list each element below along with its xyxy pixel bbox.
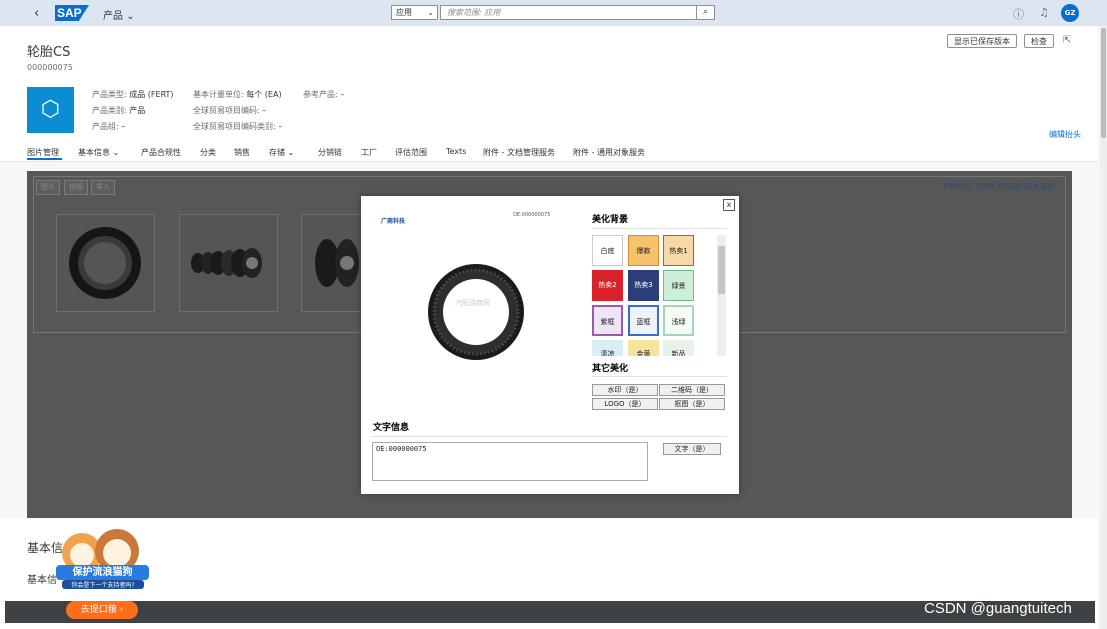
- app-title-menu[interactable]: 产品 ⌄: [103, 7, 135, 22]
- qrcode-button[interactable]: 二维码（是）: [659, 384, 725, 396]
- watermark-button[interactable]: 水印（是）: [592, 384, 658, 396]
- close-icon[interactable]: x: [723, 199, 735, 211]
- tab-valuation-area[interactable]: 评估范围: [395, 147, 427, 158]
- other-beautify-heading: 其它美化: [592, 364, 629, 374]
- tab-attachments-dms[interactable]: 附件 - 文档管理服务: [483, 147, 555, 158]
- swatch-hot-item[interactable]: 爆款: [628, 235, 659, 266]
- tab-compliance[interactable]: 产品合规性: [141, 147, 181, 158]
- bell-icon[interactable]: ♫: [1039, 6, 1049, 19]
- image-thumbnail[interactable]: [179, 214, 278, 312]
- swatch-light-green[interactable]: 浅绿: [663, 305, 694, 336]
- swatch-hot-sale-2[interactable]: 热卖2: [592, 270, 623, 301]
- search-icon[interactable]: ⌕: [696, 5, 715, 20]
- chevron-down-icon: ⌄: [427, 8, 434, 17]
- text-info-field[interactable]: OE:000000075: [372, 442, 648, 481]
- tab-sales[interactable]: 销售: [234, 147, 250, 158]
- tab-texts[interactable]: Texts: [446, 147, 466, 156]
- tab-attachments-gos[interactable]: 附件 - 通用对象服务: [573, 147, 645, 158]
- search-scope-select[interactable]: 应用 ⌄: [391, 5, 438, 20]
- tab-storage[interactable]: 存储 ⌄: [269, 147, 294, 158]
- company-logo: 广商科技: [381, 218, 406, 225]
- tire-image: [69, 227, 141, 299]
- scrollbar-thumb[interactable]: [1101, 28, 1106, 138]
- promo-button[interactable]: 去提口粮 ›: [66, 601, 138, 619]
- image-thumbnail[interactable]: [56, 214, 155, 312]
- page-title: 轮胎CS: [27, 45, 71, 60]
- help-icon[interactable]: ⓘ: [1013, 6, 1024, 22]
- swatch-gold[interactable]: 金黄: [628, 340, 659, 356]
- logo-button[interactable]: LOGO（是）: [592, 398, 658, 410]
- text-button[interactable]: 文字（是）: [663, 443, 721, 455]
- show-saved-version-button[interactable]: 显示已保存版本: [947, 34, 1017, 48]
- tab-image-management[interactable]: 图片管理: [27, 147, 59, 158]
- cutout-button[interactable]: 抠图（是）: [659, 398, 725, 410]
- mascot-subtitle: 你会是下一个支持者吗?: [62, 580, 144, 589]
- attr-gtin-category: 全球贸易项目编码类别: –: [193, 122, 283, 131]
- product-icon: ⬡: [27, 87, 74, 133]
- tab-classification[interactable]: 分类: [200, 147, 216, 158]
- tab-plant[interactable]: 工厂: [361, 147, 377, 158]
- back-icon[interactable]: ‹: [34, 6, 39, 21]
- check-button[interactable]: 检查: [1024, 34, 1054, 48]
- swatch-hot-sale-1[interactable]: 热卖1: [663, 235, 694, 266]
- divider: [372, 436, 727, 437]
- swatch-new[interactable]: 新品: [663, 340, 694, 356]
- search-scope-value: 应用: [396, 8, 412, 17]
- attr-product-type: 产品类型: 成品 (FERT): [92, 90, 174, 99]
- swatch-scrollbar-thumb[interactable]: [718, 246, 725, 294]
- divider: [592, 228, 727, 229]
- text-info-heading: 文字信息: [373, 423, 410, 433]
- attr-product-category: 产品类别: 产品: [92, 106, 146, 115]
- tech-support-link[interactable]: 本服务为广州商汇科技提供技术支持: [942, 181, 1054, 191]
- tire-set-image: [191, 248, 262, 278]
- chevron-down-icon: ⌄: [287, 148, 295, 157]
- swatch-purple-frame[interactable]: 紫框: [592, 305, 623, 336]
- swatch-cool[interactable]: 清凉: [592, 340, 623, 356]
- product-number: 000000075: [27, 63, 73, 72]
- subtab-images[interactable]: 图片: [36, 180, 60, 195]
- divider: [592, 376, 727, 377]
- avatar[interactable]: GZ: [1061, 4, 1079, 22]
- image-thumbnail[interactable]: [301, 214, 363, 312]
- share-icon[interactable]: ⇱: [1063, 35, 1071, 46]
- attr-gtin: 全球贸易项目编码: –: [193, 106, 267, 115]
- attr-product-group: 产品组: –: [92, 122, 126, 131]
- app-title: 产品: [103, 11, 123, 22]
- subtab-import[interactable]: 导入: [91, 180, 115, 195]
- beautify-background-heading: 美化背景: [592, 215, 629, 225]
- tire-pair-image: [315, 239, 359, 287]
- mascot-title: 保护流浪猫狗: [56, 565, 149, 580]
- tire-preview-image: [428, 264, 524, 360]
- subtab-videos[interactable]: 视频: [64, 180, 88, 195]
- csdn-watermark: CSDN @guangtuitech: [924, 600, 1072, 617]
- tab-basic-info[interactable]: 基本信息 ⌄: [78, 147, 119, 158]
- tab-distribution-chain[interactable]: 分销链: [318, 147, 342, 158]
- swatch-white[interactable]: 白底: [592, 235, 623, 266]
- swatch-blue-frame[interactable]: 蓝框: [628, 305, 659, 336]
- attr-reference-product: 参考产品: –: [303, 90, 345, 99]
- preview-oe-label: OE:000000075: [513, 212, 551, 218]
- preview-watermark: 汽配油商网: [455, 299, 490, 307]
- swatch-hot-sale-3[interactable]: 热卖3: [628, 270, 659, 301]
- search-input[interactable]: 搜索范围: 应用: [440, 5, 697, 20]
- chevron-down-icon: ⌄: [126, 11, 135, 22]
- attr-base-unit: 基本计量单位: 每个 (EA): [193, 90, 282, 99]
- edit-header-link[interactable]: 编辑抬头: [1049, 129, 1081, 140]
- active-tab-indicator: [27, 158, 62, 160]
- chevron-down-icon: ⌄: [112, 148, 120, 157]
- swatch-green-scene[interactable]: 绿景: [663, 270, 694, 301]
